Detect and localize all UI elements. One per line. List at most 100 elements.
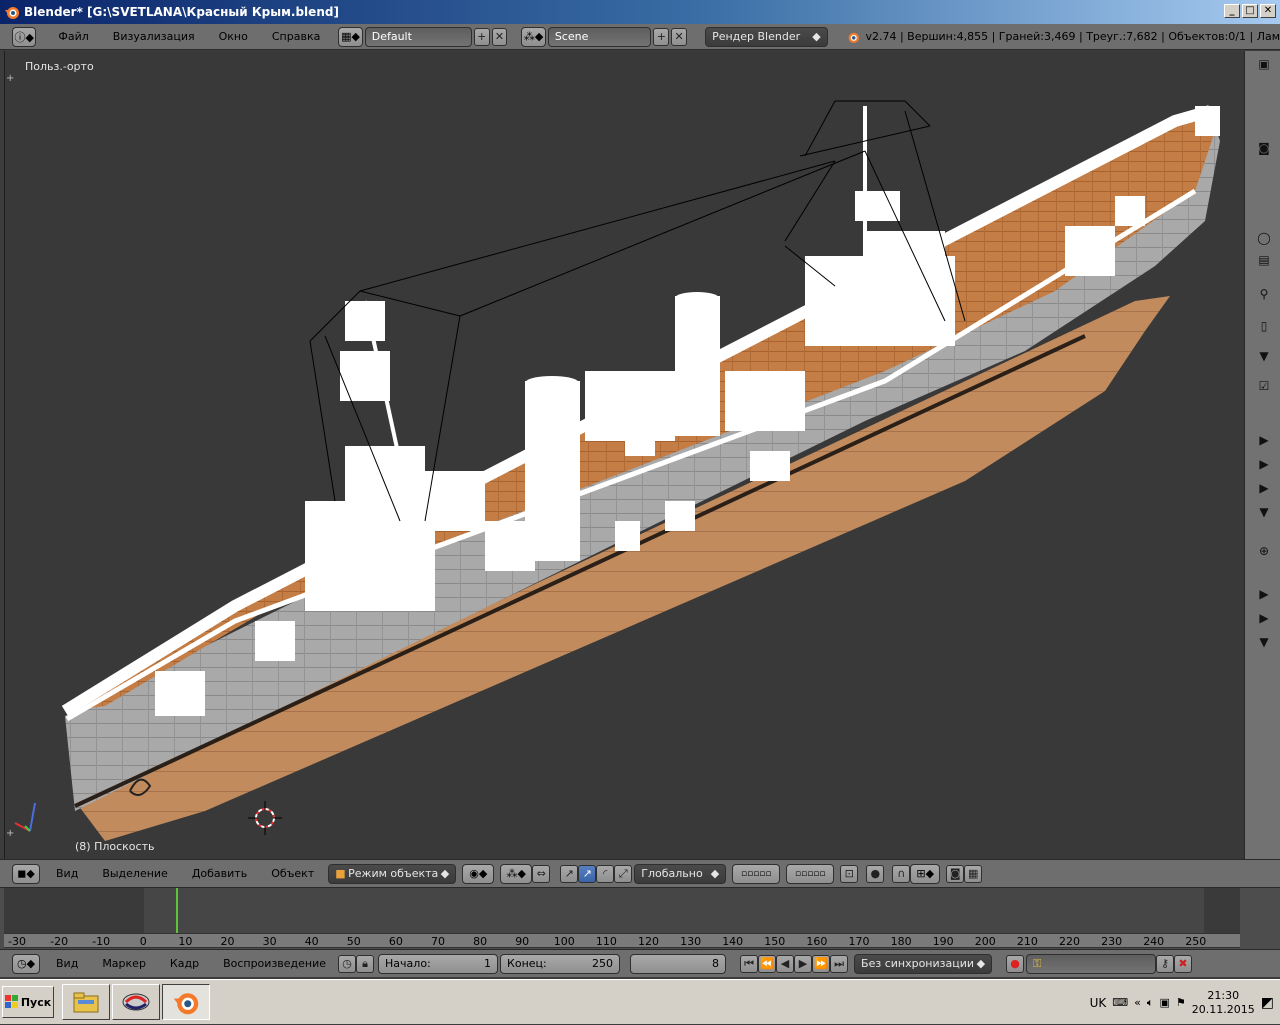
- current-frame-marker[interactable]: [175, 888, 178, 933]
- lock-layers-button[interactable]: ⊡: [840, 864, 859, 883]
- triangle-right-icon[interactable]: ▶: [1254, 431, 1274, 449]
- menu-add[interactable]: Добавить: [180, 867, 259, 880]
- 3d-viewport[interactable]: Польз.-орто (8) Плоскость + +: [4, 51, 1244, 859]
- ruler-tick-label: 110: [595, 935, 617, 948]
- menu-object[interactable]: Объект: [259, 867, 326, 880]
- triangle-right-icon-2[interactable]: ▶: [1254, 455, 1274, 473]
- translate-manipulator-button[interactable]: ↗: [560, 864, 579, 883]
- taskbar-explorer-button[interactable]: [62, 984, 110, 1020]
- next-keyframe-button[interactable]: ⏩: [812, 954, 831, 973]
- slider-icon[interactable]: ⊕: [1254, 531, 1274, 571]
- volume-icon[interactable]: 🔈︎: [1147, 996, 1154, 1010]
- timeline-editor[interactable]: -30 -20 -10 0 10 20 30 40 50 60 70 80 90 100 110 120 130…: [0, 887, 1280, 949]
- maximize-button[interactable]: □: [1242, 4, 1258, 18]
- show-desktop-icon[interactable]: ◩: [1261, 995, 1274, 1011]
- snap-element-button[interactable]: ⊞◆: [910, 863, 941, 884]
- windows-logo-icon: [4, 995, 18, 1008]
- delete-keyframe-button[interactable]: ✖: [1174, 954, 1193, 973]
- triangle-down-icon-2[interactable]: ▼: [1254, 503, 1274, 521]
- menu-window[interactable]: Окно: [207, 30, 260, 43]
- menu-timeline-view[interactable]: Вид: [44, 957, 90, 970]
- render-animation-button[interactable]: ▦: [964, 864, 983, 883]
- tray-expand-icon[interactable]: «: [1134, 996, 1141, 1009]
- flag-icon[interactable]: ⚑: [1176, 996, 1186, 1009]
- network-icon[interactable]: ▣: [1160, 996, 1170, 1009]
- language-indicator[interactable]: UK: [1090, 996, 1107, 1010]
- menu-help[interactable]: Справка: [260, 30, 332, 43]
- layers-grid-2[interactable]: ▫▫▫▫▫: [786, 863, 835, 884]
- snap-toggle-button[interactable]: ∩: [892, 864, 911, 883]
- render-preview-button[interactable]: ◙: [946, 864, 965, 883]
- screen-layout-field[interactable]: Default: [364, 26, 472, 47]
- menu-playback[interactable]: Воспроизведение: [211, 957, 338, 970]
- play-button[interactable]: ▶: [794, 954, 813, 973]
- editor-type-3dview-button[interactable]: ◼◆: [12, 863, 40, 884]
- play-reverse-button[interactable]: ◀: [776, 954, 795, 973]
- timeline-ruler[interactable]: -30 -20 -10 0 10 20 30 40 50 60 70 80 90 100 110 120 130…: [4, 933, 1240, 948]
- proportional-edit-button[interactable]: ●: [866, 864, 885, 883]
- render-engine-dropdown[interactable]: Рендер Blender ◆: [705, 26, 828, 47]
- screen-layout-button[interactable]: ▦◆: [338, 26, 363, 47]
- menu-select[interactable]: Выделение: [90, 867, 180, 880]
- menu-render[interactable]: Визуализация: [101, 30, 207, 43]
- start-frame-field[interactable]: Начало: 1: [378, 953, 499, 974]
- lock-time-cursor-button[interactable]: 🔒︎: [356, 954, 375, 973]
- pivot-point-button[interactable]: ⁂◆: [500, 863, 533, 884]
- add-screen-button[interactable]: +: [473, 27, 490, 46]
- scene-selector-button[interactable]: ⁂◆: [521, 26, 546, 47]
- auto-keying-button[interactable]: ●: [1006, 954, 1025, 973]
- collapse-icon[interactable]: ▯: [1254, 317, 1274, 335]
- menu-view[interactable]: Вид: [44, 867, 90, 880]
- triangle-right-icon-5[interactable]: ▶: [1254, 609, 1274, 627]
- triangle-down-icon-3[interactable]: ▼: [1254, 633, 1274, 651]
- scene-field[interactable]: Scene: [547, 26, 652, 47]
- render-camera-icon[interactable]: ◙: [1254, 139, 1274, 157]
- rotate-manipulator-button[interactable]: ↗: [578, 864, 597, 883]
- triangle-down-icon[interactable]: ▼: [1254, 347, 1274, 365]
- outliner-editor-icon[interactable]: ▤: [1254, 251, 1274, 269]
- jump-end-button[interactable]: ⏭: [830, 954, 849, 973]
- checkbox-icon[interactable]: ☑: [1254, 377, 1274, 395]
- minimize-button[interactable]: _: [1224, 4, 1240, 18]
- keyboard-icon[interactable]: ⌨: [1112, 996, 1128, 1009]
- arrow-icon: ↗: [582, 867, 592, 880]
- taskbar-blender-button[interactable]: [162, 984, 210, 1020]
- keying-set-field[interactable]: ⚿: [1026, 953, 1157, 974]
- editor-type-info-button[interactable]: ⓘ◆: [12, 26, 37, 47]
- viewport-shading-button[interactable]: ◉◆: [462, 863, 495, 884]
- properties-editor-icon[interactable]: ▣: [1254, 55, 1274, 73]
- scale-manipulator-button[interactable]: ⤢: [614, 864, 633, 883]
- taskbar-app-button[interactable]: [112, 984, 160, 1020]
- insert-keyframe-button[interactable]: ⚷: [1156, 954, 1175, 973]
- end-frame-field[interactable]: Конец: 250: [500, 953, 621, 974]
- manipulator-toggle-button[interactable]: ⇔: [532, 864, 551, 883]
- sync-mode-dropdown[interactable]: Без синхронизации ◆: [854, 953, 993, 974]
- pin-icon[interactable]: ⚲: [1254, 285, 1274, 303]
- add-scene-button[interactable]: +: [653, 27, 670, 46]
- menu-marker[interactable]: Маркер: [90, 957, 158, 970]
- close-button[interactable]: ✕: [1260, 4, 1276, 18]
- jump-start-button[interactable]: ⏮: [740, 954, 759, 973]
- preview-range-button[interactable]: ◷: [338, 954, 357, 973]
- triangle-right-icon-4[interactable]: ▶: [1254, 585, 1274, 603]
- lock-icon: 🔒︎: [362, 956, 368, 970]
- remove-scene-button[interactable]: ✕: [671, 27, 688, 46]
- scrollbar-handle[interactable]: ◯: [1254, 229, 1274, 247]
- mode-label: Режим объекта: [348, 867, 439, 880]
- rotate-arc-button[interactable]: ◜: [596, 864, 615, 883]
- start-button[interactable]: Пуск: [2, 986, 54, 1018]
- prev-keyframe-button[interactable]: ⏪: [758, 954, 777, 973]
- mode-dropdown[interactable]: ■ Режим объекта ◆: [328, 863, 457, 884]
- timeline-track[interactable]: [4, 888, 1240, 933]
- key-insert-icon: ⚷: [1161, 957, 1170, 970]
- layers-grid-1[interactable]: ▫▫▫▫▫: [732, 863, 781, 884]
- current-frame-field[interactable]: 8: [630, 953, 727, 974]
- menu-file[interactable]: Файл: [46, 30, 100, 43]
- remove-screen-button[interactable]: ✕: [491, 27, 508, 46]
- transform-orientation-dropdown[interactable]: Глобально ◆: [634, 863, 727, 884]
- clock[interactable]: 21:30 20.11.2015: [1192, 989, 1255, 1017]
- triangle-right-icon-3[interactable]: ▶: [1254, 479, 1274, 497]
- plus-icon: +: [477, 30, 487, 43]
- menu-frame[interactable]: Кадр: [158, 957, 211, 970]
- editor-type-timeline-button[interactable]: ◷◆: [12, 953, 40, 974]
